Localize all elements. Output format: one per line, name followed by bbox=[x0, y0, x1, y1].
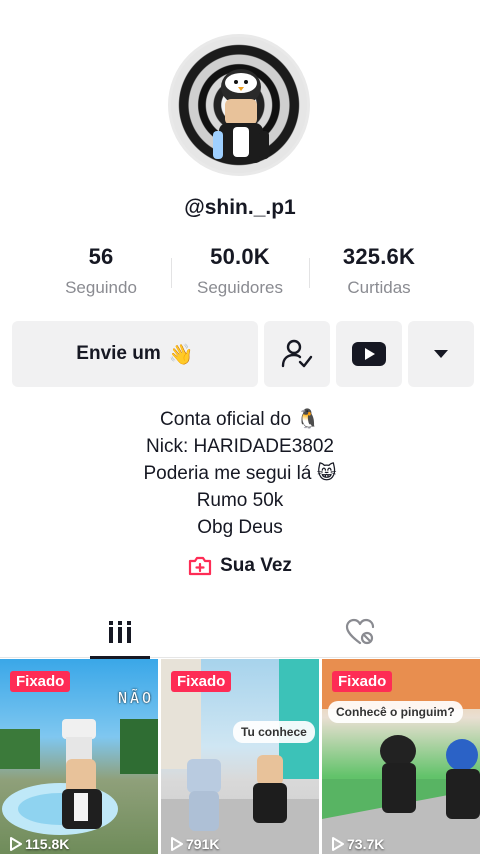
pinned-badge: Fixado bbox=[10, 671, 71, 692]
profile-tabs bbox=[0, 606, 480, 659]
stat-likes-value: 325.6K bbox=[342, 244, 416, 269]
stat-divider bbox=[309, 258, 310, 288]
pinned-badge: Fixado bbox=[332, 671, 393, 692]
send-message-label: Envie um bbox=[76, 343, 161, 364]
play-icon bbox=[10, 837, 22, 851]
stat-followers-value: 50.0K bbox=[210, 244, 270, 269]
video-speech-bubble: Tu conhece bbox=[233, 721, 315, 743]
profile-link[interactable]: Sua Vez bbox=[0, 555, 480, 577]
video-overlay-text: NÃO É SÓ PELO DINHEIRO bbox=[118, 689, 158, 707]
bio-line: Poderia me segui lá 😸 bbox=[143, 463, 337, 484]
view-count-value: 115.8K bbox=[25, 836, 70, 852]
youtube-icon bbox=[352, 342, 386, 366]
profile-username: @shin._.p1 bbox=[184, 196, 296, 219]
stat-divider bbox=[171, 258, 172, 288]
stat-followers-label: Seguidores bbox=[196, 278, 283, 297]
profile-bio: Conta oficial do 🐧 Nick: HARIDADE3802 Po… bbox=[0, 406, 480, 541]
view-count-value: 791K bbox=[186, 836, 220, 852]
pinned-badge: Fixado bbox=[171, 671, 232, 692]
send-message-button[interactable]: Envie um 👋 bbox=[12, 321, 258, 387]
video-tile[interactable]: Tu conhece Fixado 791K bbox=[161, 659, 319, 854]
camera-plus-icon bbox=[188, 556, 212, 576]
tab-videos[interactable] bbox=[0, 606, 240, 659]
video-tile[interactable]: NÃO É SÓ PELO DINHEIRO Fixado 115.8K bbox=[0, 659, 158, 854]
stat-following[interactable]: 56 Seguindo bbox=[36, 244, 166, 298]
stat-following-label: Seguindo bbox=[65, 278, 137, 297]
stat-following-value: 56 bbox=[88, 244, 114, 269]
play-icon bbox=[332, 837, 344, 851]
bio-line: Conta oficial do 🐧 bbox=[160, 409, 320, 430]
add-friend-icon bbox=[281, 339, 313, 368]
avatar-character bbox=[213, 69, 269, 163]
profile-avatar[interactable] bbox=[168, 34, 310, 176]
view-count: 115.8K bbox=[10, 836, 69, 852]
wave-emoji: 👋 bbox=[168, 343, 194, 366]
play-icon bbox=[171, 837, 183, 851]
video-grid: NÃO É SÓ PELO DINHEIRO Fixado 115.8K Tu … bbox=[0, 659, 480, 854]
view-count: 73.7K bbox=[332, 836, 384, 852]
stat-followers[interactable]: 50.0K Seguidores bbox=[175, 244, 305, 298]
stat-likes[interactable]: 325.6K Curtidas bbox=[314, 244, 444, 298]
view-count: 791K bbox=[171, 836, 219, 852]
caret-down-icon bbox=[434, 350, 448, 358]
profile-link-label: Sua Vez bbox=[220, 555, 292, 576]
tab-liked[interactable] bbox=[240, 606, 480, 658]
video-tile[interactable]: Conhecê o pinguim? Fixado 73.7K bbox=[322, 659, 480, 854]
add-friend-button[interactable] bbox=[264, 321, 330, 387]
video-speech-bubble: Conhecê o pinguim? bbox=[328, 701, 463, 723]
youtube-button[interactable] bbox=[336, 321, 402, 387]
bio-line: Obg Deus bbox=[197, 517, 283, 538]
heart-hidden-icon bbox=[345, 618, 375, 645]
bio-line: Rumo 50k bbox=[196, 490, 284, 511]
grid-icon bbox=[109, 621, 131, 643]
view-count-value: 73.7K bbox=[347, 836, 385, 852]
bio-line: Nick: HARIDADE3802 bbox=[146, 436, 334, 457]
more-options-button[interactable] bbox=[408, 321, 474, 387]
stat-likes-label: Curtidas bbox=[347, 278, 411, 297]
profile-stats: 56 Seguindo 50.0K Seguidores 325.6K Curt… bbox=[0, 244, 480, 306]
